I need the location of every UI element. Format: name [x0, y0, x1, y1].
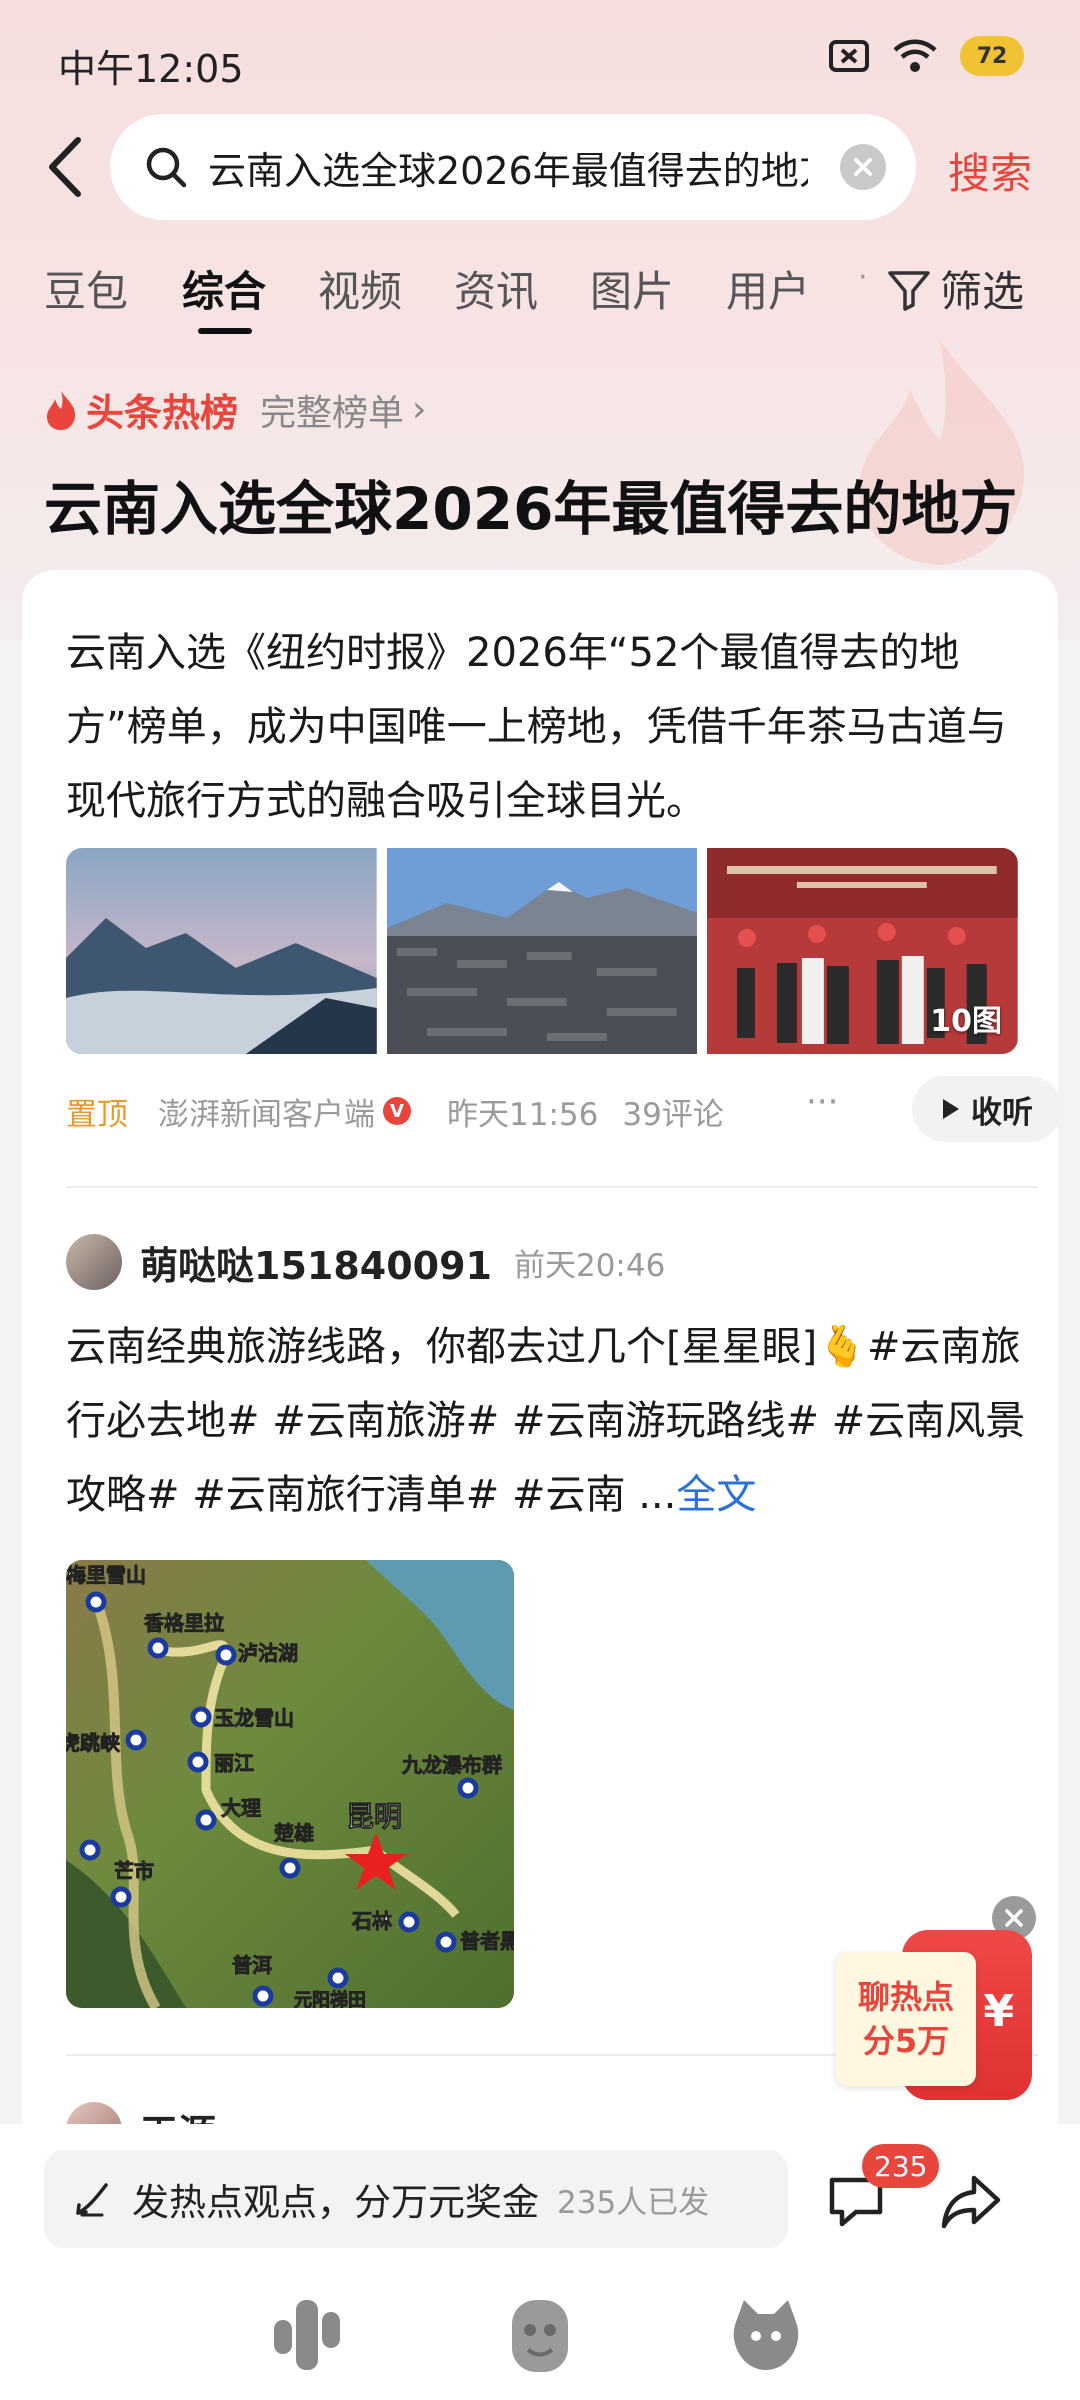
- map-label-hutiao: 虎跳峡: [66, 1731, 121, 1755]
- comment-input[interactable]: 发热点观点，分万元奖金 235人已发: [44, 2150, 788, 2248]
- post-body: 云南经典旅游线路，你都去过几个[星星眼]🫰#云南旅行必去地# #云南旅游# #云…: [66, 1324, 1026, 1518]
- map-label-chuxiong: 楚雄: [274, 1821, 314, 1845]
- tab-images[interactable]: 图片: [590, 258, 674, 319]
- comment-count-badge: 235: [862, 2144, 940, 2188]
- listen-label: 收听: [971, 1094, 1033, 1131]
- filter-icon: [888, 270, 930, 311]
- map-label-puzhehei: 普者黑: [460, 1929, 514, 1953]
- tab-doubao[interactable]: 豆包: [44, 258, 128, 319]
- map-label-lijiang: 丽江: [214, 1752, 254, 1775]
- screen-cast-icon: [829, 40, 869, 72]
- pinned-label: 置顶: [66, 1096, 128, 1133]
- clear-search-button[interactable]: [840, 144, 886, 190]
- play-icon: [943, 1099, 959, 1119]
- map-label-jiulong: 九龙瀑布群: [401, 1753, 502, 1777]
- map-label-puer: 普洱: [232, 1953, 272, 1977]
- search-input[interactable]: 云南入选全球2026年最值得去的地方: [208, 140, 808, 195]
- map-label-shilin: 石林: [351, 1909, 392, 1933]
- divider: [66, 1186, 1038, 1188]
- hot-list-label: 头条热榜: [86, 391, 239, 435]
- yen-symbol: ¥: [983, 1986, 1014, 2037]
- article-images: 10图: [66, 848, 1019, 1054]
- search-bar[interactable]: 云南入选全球2026年最值得去的地方: [110, 114, 916, 220]
- more-options-icon[interactable]: ···: [806, 1082, 838, 1122]
- close-icon: [1005, 1909, 1023, 1927]
- active-tab-indicator: [198, 328, 252, 334]
- cat-sticker-icon[interactable]: [724, 2292, 808, 2376]
- bottom-bar: 发热点观点，分万元奖金 235人已发 235: [0, 2124, 1080, 2400]
- article-comments[interactable]: 39评论: [622, 1089, 723, 1134]
- tab-video[interactable]: 视频: [318, 258, 402, 319]
- chevron-right-icon: ›: [412, 389, 427, 430]
- tab-comprehensive[interactable]: 综合: [182, 258, 266, 319]
- post-text[interactable]: 云南经典旅游线路，你都去过几个[星星眼]🫰#云南旅行必去地# #云南旅游# #云…: [66, 1310, 1056, 1532]
- promo-note: 聊热点 分5万: [836, 1952, 976, 2086]
- full-list-link[interactable]: 完整榜单: [260, 384, 404, 436]
- pen-icon: [76, 2183, 108, 2217]
- wifi-icon: [893, 39, 937, 72]
- verified-badge: V: [383, 1097, 411, 1125]
- status-icons: 72: [828, 36, 1024, 76]
- tab-users[interactable]: 用户: [726, 258, 810, 319]
- tab-separator: ·: [858, 260, 868, 295]
- article-summary[interactable]: 云南入选《纽约时报》2026年“52个最值得去的地方”榜单，成为中国唯一上榜地，…: [66, 616, 1046, 838]
- status-time: 中午12:05: [58, 47, 244, 91]
- search-tabs: 豆包 综合 视频 资讯 图片 用户 · 筛选: [0, 250, 1080, 340]
- article-source[interactable]: 澎湃新闻客户端: [158, 1089, 375, 1134]
- filter-label: 筛选: [940, 267, 1025, 316]
- battery-indicator: 72: [960, 36, 1024, 76]
- totem-sticker-icon[interactable]: [498, 2292, 582, 2376]
- battery-level: 72: [976, 43, 1008, 69]
- share-icon[interactable]: [940, 2170, 1002, 2232]
- hot-topic-reward-promo[interactable]: ¥ 聊热点 分5万: [836, 1896, 1036, 2100]
- cactus-sticker-icon[interactable]: [266, 2292, 350, 2376]
- comment-placeholder: 发热点观点，分万元奖金: [132, 2181, 539, 2224]
- post-time: 前天20:46: [513, 1247, 666, 1284]
- post-username[interactable]: 萌哒哒151840091: [140, 1235, 492, 1290]
- close-icon: [854, 158, 872, 176]
- article-meta: 置顶 澎湃新闻客户端 V 昨天11:56 39评论 ··· 收听: [66, 1076, 1062, 1146]
- avatar[interactable]: [66, 1234, 122, 1290]
- article-image-old-town[interactable]: [386, 848, 698, 1054]
- hot-list-header[interactable]: 头条热榜 完整榜单 ›: [44, 382, 426, 437]
- search-button[interactable]: 搜索: [948, 140, 1032, 201]
- post-map-image[interactable]: 梅里雪山 香格里拉 泸沽湖 玉龙雪山 虎跳峡 丽江 大理 九龙瀑布群 楚雄 昆明…: [66, 1560, 514, 2008]
- tab-news[interactable]: 资讯: [454, 258, 538, 319]
- status-bar: 中午12:05 72: [0, 0, 1080, 110]
- map-label-yuanyang: 元阳梯田: [294, 1989, 366, 2008]
- map-label-shangrila: 香格里拉: [144, 1611, 224, 1635]
- map-label-lugu: 泸沽湖: [238, 1641, 298, 1665]
- promo-line1: 聊热点: [857, 1978, 954, 2016]
- article-image-mountains[interactable]: [66, 848, 377, 1054]
- listen-button[interactable]: 收听: [912, 1076, 1062, 1142]
- map-label-yulong: 玉龙雪山: [214, 1706, 294, 1730]
- back-arrow-icon[interactable]: [42, 132, 90, 202]
- flame-icon: [47, 390, 76, 430]
- read-more-link[interactable]: 全文: [676, 1472, 756, 1518]
- post-header: 萌哒哒151840091 前天20:46: [66, 1234, 665, 1290]
- hot-topic-title: 云南入选全球2026年最值得去的地方: [44, 475, 1018, 543]
- filter-button[interactable]: 筛选: [886, 258, 1024, 319]
- map-label-meili: 梅里雪山: [66, 1563, 146, 1587]
- image-count: 10图: [930, 1004, 1003, 1039]
- posted-count: 235人已发: [557, 2184, 710, 2221]
- article-time: 昨天11:56: [447, 1096, 599, 1133]
- map-label-mangshi: 芒市: [114, 1859, 154, 1883]
- map-label-dali: 大理: [221, 1797, 261, 1820]
- article-image-people[interactable]: 10图: [707, 848, 1019, 1054]
- map-label-kunming: 昆明: [346, 1801, 402, 1832]
- promo-line2: 分5万: [862, 2022, 950, 2060]
- search-icon: [146, 147, 187, 188]
